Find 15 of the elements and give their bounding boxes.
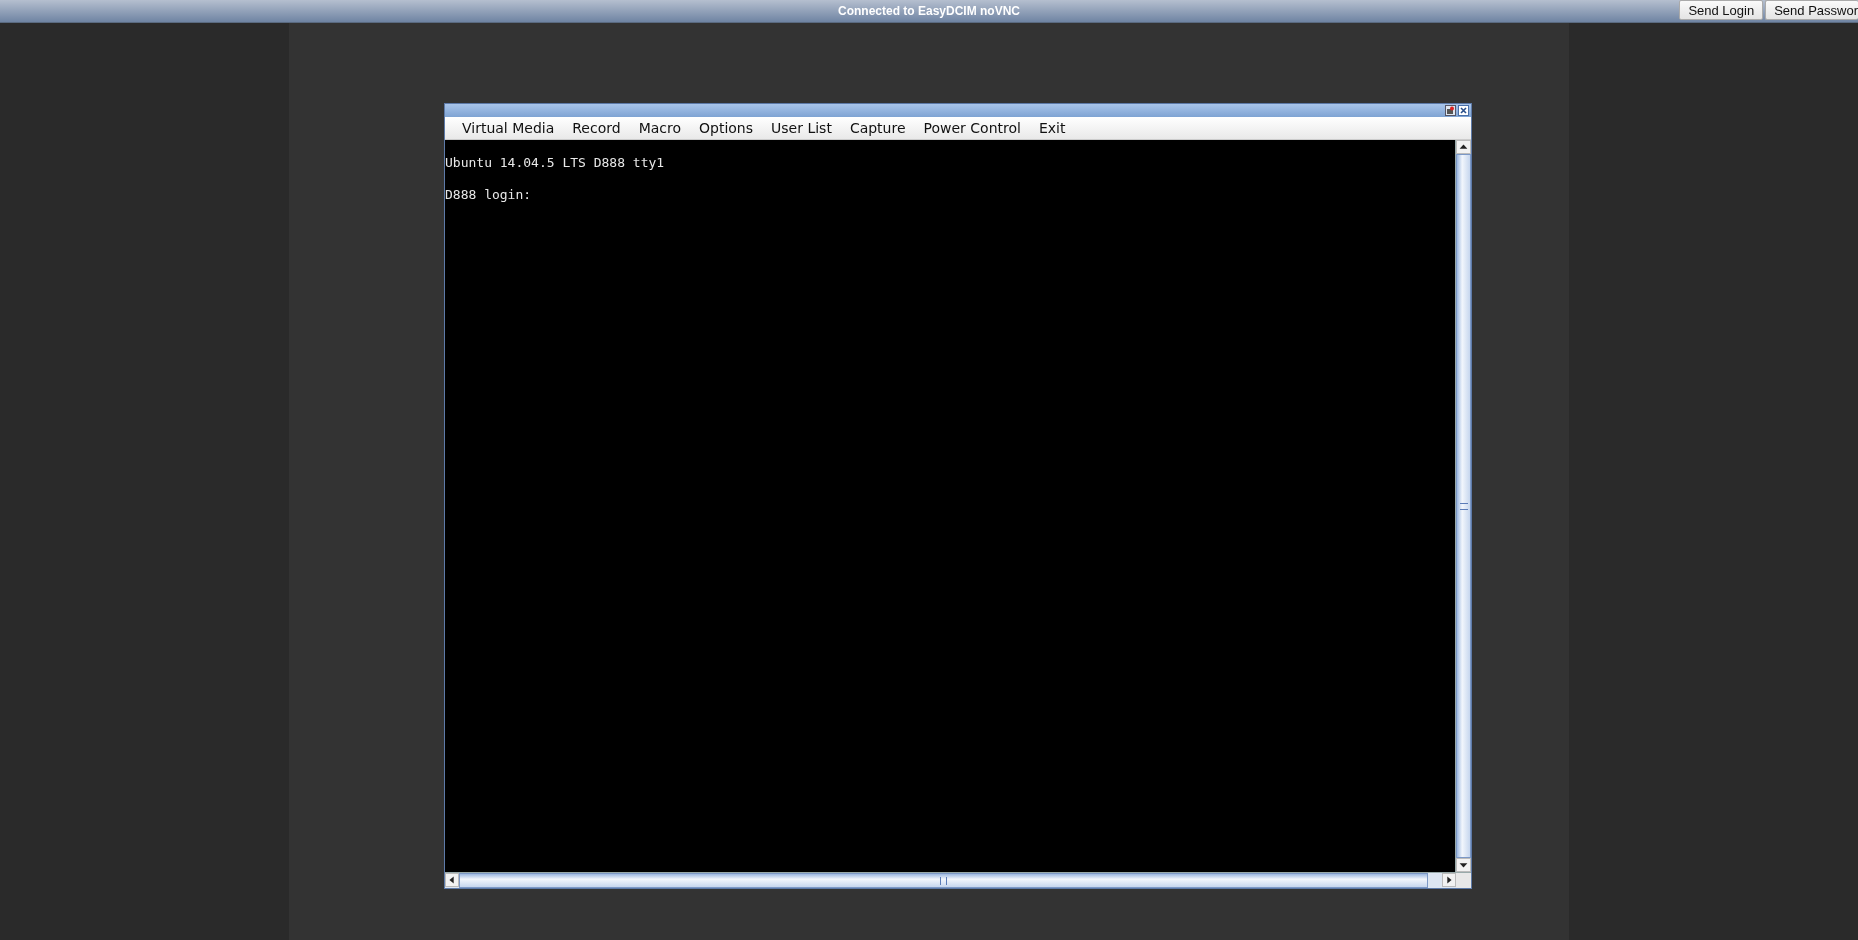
menu-item[interactable]: Record (564, 120, 629, 136)
menu-item[interactable]: Options (691, 120, 762, 136)
menu-item[interactable]: User List (763, 120, 840, 136)
menu-item[interactable]: Macro (630, 120, 689, 136)
console-line: D888 login: (445, 186, 532, 204)
console-line: Ubuntu 14.04.5 LTS D888 tty1 (445, 154, 665, 172)
close-icon[interactable] (1458, 105, 1469, 116)
menu-item[interactable]: Power Control (915, 120, 1029, 136)
window-icon[interactable] (1445, 105, 1456, 116)
send-button[interactable]: Send Passwor (1765, 0, 1858, 20)
menu-item[interactable]: Capture (841, 120, 914, 136)
menu-item[interactable]: Exit (1030, 120, 1074, 136)
menu-item[interactable]: Virtual Media (454, 120, 563, 136)
send-button[interactable]: Send Login (1679, 0, 1764, 20)
connection-status: Connected to EasyDCIM noVNC (838, 4, 1020, 18)
